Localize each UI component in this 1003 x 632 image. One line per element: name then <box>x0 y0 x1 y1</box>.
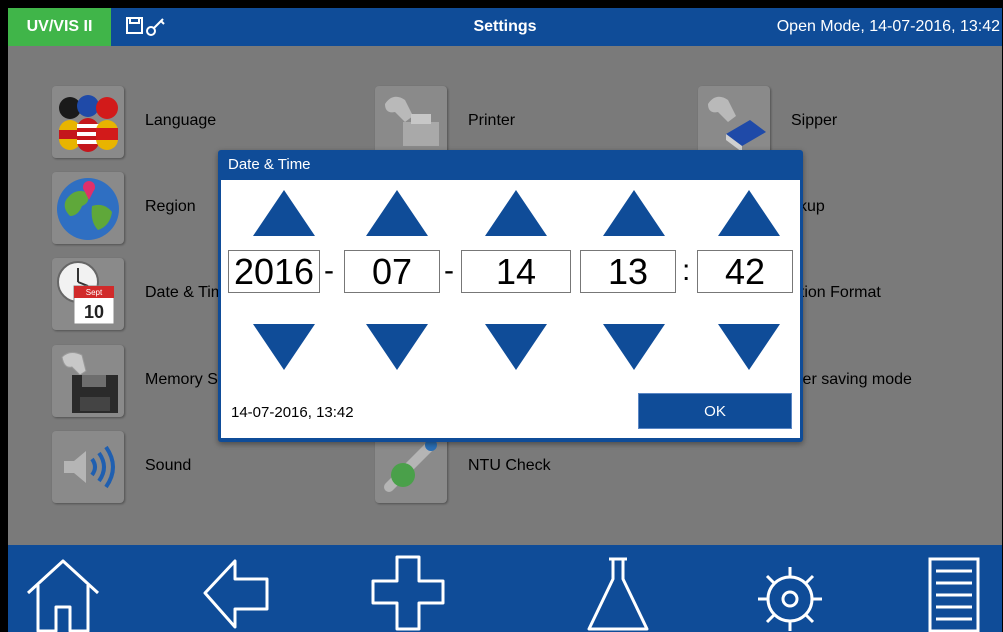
bottom-nav <box>8 545 1002 632</box>
mode-datetime: Open Mode, 14-07-2016, 13:42 <box>776 18 1000 35</box>
arrow-down-icon <box>366 324 428 370</box>
title-bar: UV/VIS II Settings Open Mode, 14-07-2016… <box>8 8 1002 46</box>
list-icon <box>928 557 980 632</box>
date-separator: - <box>444 254 454 287</box>
flask-icon <box>587 557 649 631</box>
home-button[interactable] <box>18 549 108 632</box>
arrow-down-icon <box>253 324 315 370</box>
arrow-up-icon <box>718 190 780 236</box>
minute-up-button[interactable] <box>716 188 782 238</box>
dialog-title: Date & Time <box>228 156 311 173</box>
ok-button[interactable]: OK <box>638 393 792 429</box>
setting-language-label: Language <box>145 112 217 129</box>
setting-date-time-label: Date & Tim <box>145 284 225 301</box>
home-icon <box>26 559 100 632</box>
year-up-button[interactable] <box>251 188 317 238</box>
arrow-up-icon <box>603 190 665 236</box>
setting-power-saving-label: wer saving mode <box>791 371 912 388</box>
setting-sipper-label: Sipper <box>791 112 838 129</box>
screen: UV/VIS II Settings Open Mode, 14-07-2016… <box>8 8 1002 632</box>
setting-language[interactable]: Language <box>18 86 298 158</box>
back-icon <box>203 559 269 629</box>
save-icon <box>126 17 143 34</box>
list-button[interactable] <box>908 549 998 632</box>
status-icons <box>126 16 170 38</box>
arrow-up-icon <box>366 190 428 236</box>
gear-icon <box>758 567 822 631</box>
memory-floppy-icon <box>52 345 124 417</box>
date-time-dialog: Date & Time 2016 - 07 - 14 13: 42 14-07… <box>218 150 803 442</box>
arrow-down-icon <box>603 324 665 370</box>
time-separator: : <box>682 254 691 287</box>
setting-sipper[interactable]: Sipper <box>664 86 944 158</box>
date-separator: - <box>324 254 334 287</box>
arrow-down-icon <box>485 324 547 370</box>
speaker-icon <box>52 431 124 503</box>
month-down-button[interactable] <box>364 322 430 372</box>
arrow-down-icon <box>718 324 780 370</box>
hour-down-button[interactable] <box>601 322 667 372</box>
globe-icon <box>52 172 124 244</box>
month-up-button[interactable] <box>364 188 430 238</box>
setting-ntu-check-label: NTU Check <box>468 457 551 474</box>
day-down-button[interactable] <box>483 322 549 372</box>
key-icon <box>146 18 165 36</box>
setting-region-label: Region <box>145 198 196 215</box>
calendar-day-text: 10 <box>84 302 104 322</box>
setting-memory-label: Memory Se <box>145 371 227 388</box>
add-icon <box>371 555 445 631</box>
month-field[interactable]: 07 <box>344 250 440 293</box>
sipper-wrench-icon <box>698 86 770 158</box>
minute-down-button[interactable] <box>716 322 782 372</box>
setting-printer-label: Printer <box>468 112 516 129</box>
year-down-button[interactable] <box>251 322 317 372</box>
setting-sound-label: Sound <box>145 457 192 474</box>
hour-field[interactable]: 13 <box>580 250 676 293</box>
day-field[interactable]: 14 <box>461 250 571 293</box>
language-flags-icon <box>52 86 124 158</box>
year-field[interactable]: 2016 <box>228 250 320 293</box>
back-button[interactable] <box>191 549 281 632</box>
minute-field[interactable]: 42 <box>697 250 793 293</box>
arrow-up-icon <box>485 190 547 236</box>
flask-button[interactable] <box>573 549 663 632</box>
day-up-button[interactable] <box>483 188 549 238</box>
arrow-up-icon <box>253 190 315 236</box>
hour-up-button[interactable] <box>601 188 667 238</box>
settings-button[interactable] <box>745 549 835 632</box>
calendar-month-text: Sept <box>86 288 103 297</box>
app-badge[interactable]: UV/VIS II <box>8 8 111 46</box>
datetime-summary: 14-07-2016, 13:42 <box>231 404 354 421</box>
calendar-clock-icon: Sept 10 <box>52 258 124 330</box>
printer-wrench-icon <box>375 86 447 158</box>
setting-printer[interactable]: Printer <box>341 86 621 158</box>
setting-solution-format-label: ution Format <box>791 284 881 301</box>
add-button[interactable] <box>363 549 453 632</box>
dialog-body: 2016 - 07 - 14 13 : 42 14-07-2016, 13:42… <box>221 180 800 438</box>
